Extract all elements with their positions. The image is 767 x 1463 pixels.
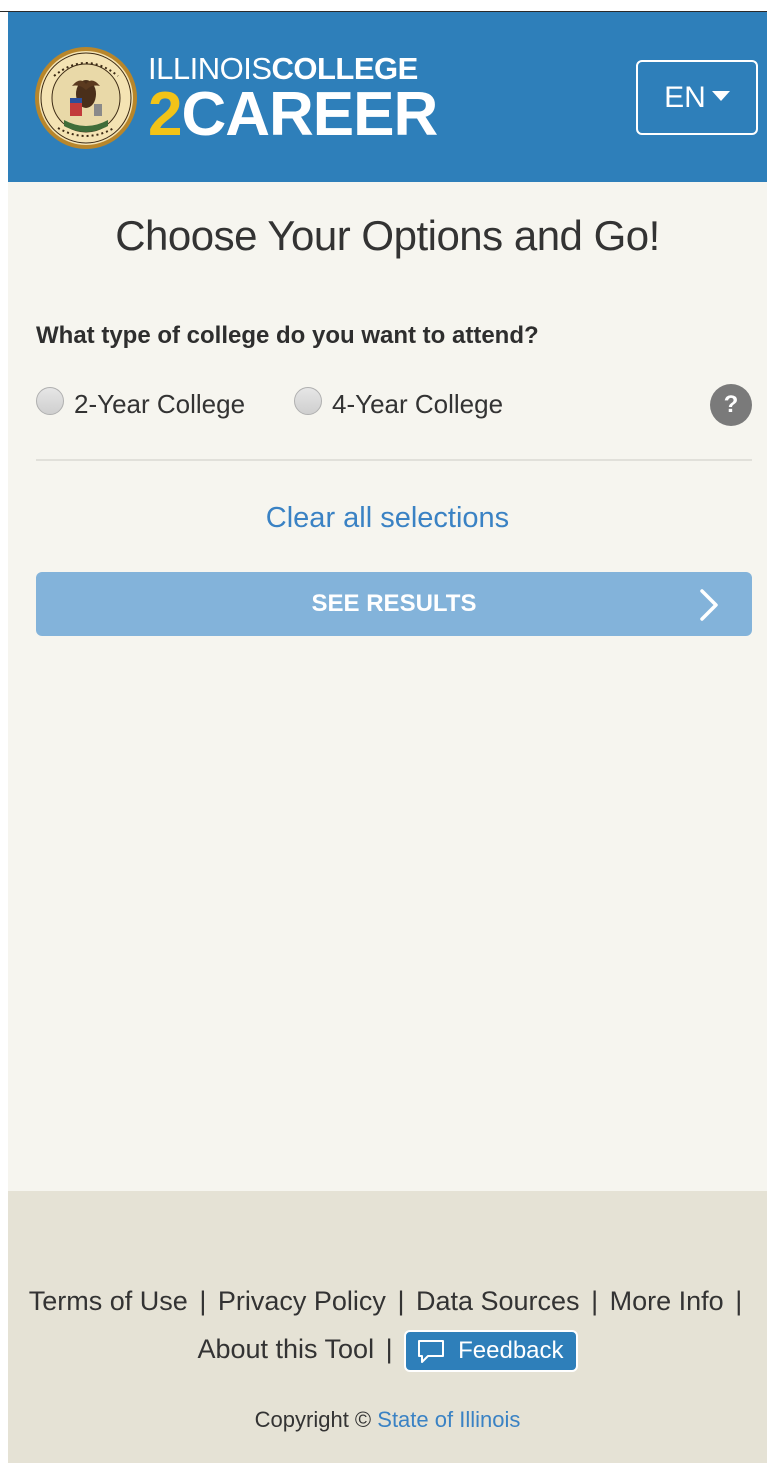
privacy-policy-link[interactable]: Privacy Policy (218, 1286, 386, 1316)
radio-2-year-college[interactable]: 2-Year College (36, 384, 245, 424)
college-type-question: What type of college do you want to atte… (36, 322, 539, 349)
page: ILLINOISCOLLEGE 2CAREER EN Choose Your O… (8, 12, 767, 1463)
help-icon[interactable]: ? (710, 384, 752, 426)
see-results-label: SEE RESULTS (311, 590, 477, 617)
terms-of-use-link[interactable]: Terms of Use (29, 1286, 188, 1316)
radio-label: 4-Year College (332, 389, 504, 419)
speech-bubble-icon (418, 1339, 445, 1363)
college-type-options: 2-Year College 4-Year College ? (36, 384, 752, 426)
logo-line-2: 2CAREER (148, 84, 438, 146)
feedback-button[interactable]: Feedback (404, 1329, 578, 1372)
window-top-edge (0, 0, 767, 12)
separator: | (735, 1286, 743, 1316)
page-title: Choose Your Options and Go! (115, 212, 660, 259)
separator: | (199, 1286, 207, 1316)
copyright: Copyright © State of Illinois (8, 1407, 767, 1433)
clear-all-selections-link[interactable]: Clear all selections (8, 502, 767, 535)
radio-label: 2-Year College (74, 389, 246, 419)
state-of-illinois-link[interactable]: State of Illinois (377, 1407, 520, 1432)
chevron-right-icon (700, 589, 718, 621)
about-this-tool-link[interactable]: About this Tool (197, 1334, 374, 1364)
separator: | (591, 1286, 599, 1316)
separator: | (397, 1286, 405, 1316)
data-sources-link[interactable]: Data Sources (416, 1286, 580, 1316)
divider (36, 459, 752, 461)
copyright-text: Copyright © (254, 1407, 372, 1432)
logo-2-text: 2 (148, 80, 182, 149)
language-label: EN (664, 80, 706, 114)
more-info-link[interactable]: More Info (610, 1286, 724, 1316)
radio-button[interactable] (294, 387, 322, 415)
see-results-button[interactable]: SEE RESULTS (36, 572, 752, 636)
caret-down-icon (711, 90, 730, 101)
site-header: ILLINOISCOLLEGE 2CAREER EN (8, 12, 767, 182)
logo-career-text: CAREER (181, 80, 438, 149)
radio-button[interactable] (36, 387, 64, 415)
feedback-label: Feedback (458, 1336, 564, 1364)
footer-links: Terms of Use | Privacy Policy | Data Sou… (8, 1277, 767, 1373)
separator: | (385, 1334, 393, 1364)
language-dropdown[interactable]: EN (636, 60, 758, 135)
illinois-state-seal-icon (35, 47, 137, 149)
site-logo[interactable]: ILLINOISCOLLEGE 2CAREER (148, 52, 438, 146)
radio-4-year-college[interactable]: 4-Year College (294, 384, 503, 424)
site-footer: Terms of Use | Privacy Policy | Data Sou… (8, 1191, 767, 1463)
